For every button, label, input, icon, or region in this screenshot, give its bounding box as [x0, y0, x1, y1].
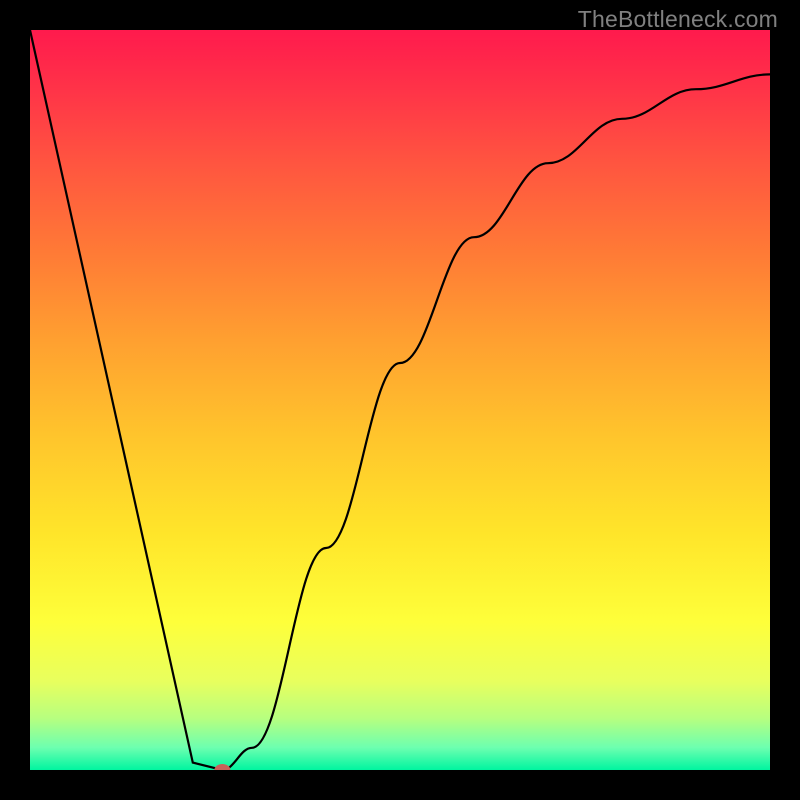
plot-area [30, 30, 770, 770]
optimal-point-marker [214, 764, 230, 770]
bottleneck-curve [30, 30, 770, 770]
chart-frame: TheBottleneck.com [0, 0, 800, 800]
curve-layer [30, 30, 770, 770]
watermark-label: TheBottleneck.com [578, 6, 778, 33]
